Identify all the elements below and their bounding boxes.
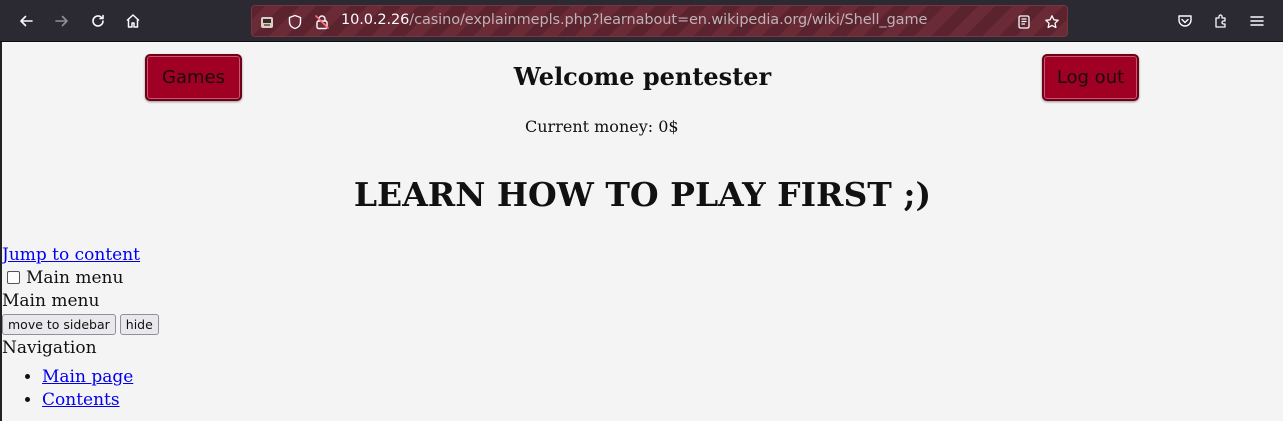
- bookmark-star-icon[interactable]: [1043, 13, 1061, 31]
- list-item: Main page: [42, 366, 163, 389]
- url-bar[interactable]: 10.0.2.26/casino/explainmepls.php?learna…: [251, 5, 1068, 37]
- menu-buttons: move to sidebar hide: [2, 313, 163, 337]
- tab-favicon-icon: [258, 13, 276, 31]
- hamburger-menu-icon[interactable]: [1245, 9, 1269, 33]
- money-balance: Current money: 0$: [525, 117, 679, 136]
- contents-link[interactable]: Contents: [42, 390, 120, 410]
- main-menu-heading: Main menu: [2, 291, 100, 311]
- hide-button[interactable]: hide: [119, 314, 159, 335]
- main-page-link[interactable]: Main page: [42, 367, 133, 387]
- extensions-icon[interactable]: [1209, 9, 1233, 33]
- move-to-sidebar-button[interactable]: move to sidebar: [2, 314, 116, 335]
- learn-heading: LEARN HOW TO PLAY FIRST ;): [353, 175, 932, 214]
- navigation-heading: Navigation: [2, 338, 97, 358]
- wiki-embed: Jump to content Main menu Main menu move…: [2, 244, 163, 412]
- home-icon[interactable]: [121, 9, 145, 33]
- list-item: Contents: [42, 389, 163, 412]
- pocket-icon[interactable]: [1173, 9, 1197, 33]
- reader-view-icon[interactable]: [1015, 13, 1033, 31]
- logout-button[interactable]: Log out: [1042, 54, 1139, 101]
- page-content: Games Welcome pentester Log out Current …: [0, 42, 1283, 421]
- main-menu-checkbox[interactable]: [7, 271, 20, 284]
- insecure-lock-icon[interactable]: [313, 13, 331, 31]
- main-menu-toggle[interactable]: Main menu: [2, 267, 163, 290]
- back-icon[interactable]: [14, 9, 38, 33]
- jump-to-content-link[interactable]: Jump to content: [2, 245, 140, 265]
- reload-icon[interactable]: [86, 9, 110, 33]
- url-text[interactable]: 10.0.2.26/casino/explainmepls.php?learna…: [341, 12, 927, 28]
- shield-icon[interactable]: [286, 13, 304, 31]
- url-host: 10.0.2.26: [341, 12, 410, 28]
- browser-toolbar: 10.0.2.26/casino/explainmepls.php?learna…: [0, 0, 1283, 42]
- url-path: /casino/explainmepls.php?learnabout=en.w…: [409, 12, 928, 28]
- navigation-list: Main page Contents: [2, 366, 163, 412]
- main-menu-checkbox-label: Main menu: [26, 268, 124, 288]
- forward-icon[interactable]: [50, 9, 74, 33]
